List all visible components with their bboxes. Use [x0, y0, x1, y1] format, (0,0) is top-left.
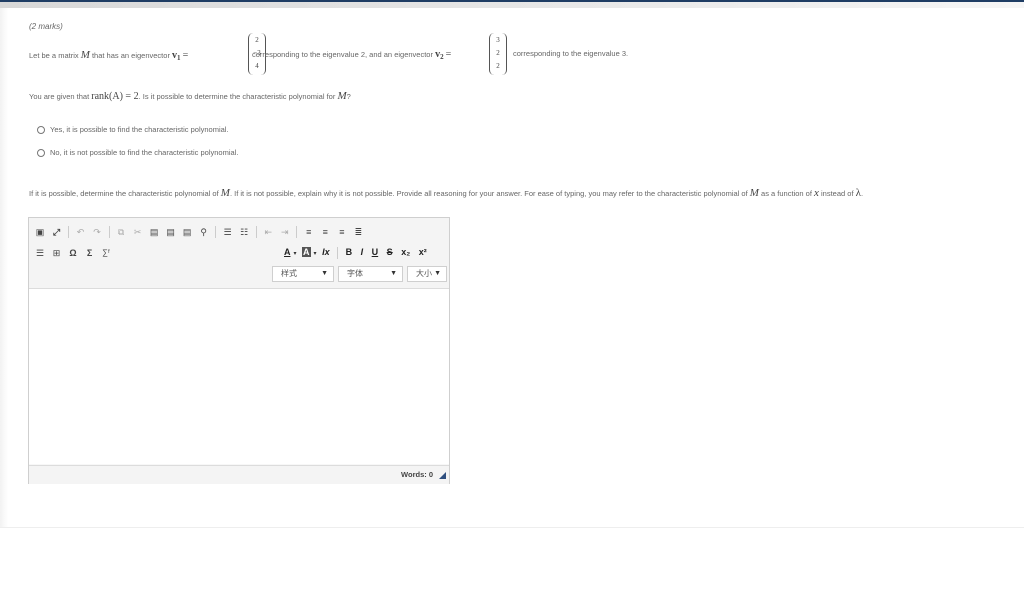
question-text-end: corresponding to the eigenvalue 3.: [513, 49, 629, 58]
formula-icon[interactable]: ∑ᶠ: [99, 246, 113, 260]
horizontal-rule-icon[interactable]: ☰: [33, 246, 47, 260]
indent-icon[interactable]: ⇥: [278, 225, 292, 239]
question-line-1: Let be a matrix M that has an eigenvecto…: [29, 33, 1009, 75]
option-yes-label: Yes, it is possible to find the characte…: [50, 125, 229, 134]
remove-format-button[interactable]: Ix: [322, 247, 330, 257]
font-color-button[interactable]: A: [284, 247, 291, 257]
undo-icon[interactable]: ↶: [74, 225, 88, 239]
sigma-icon[interactable]: Σ: [83, 246, 97, 260]
toolbar-row-1: ▣ ⤢ ↶ ↷ ⧉ ✂ ▤ ▤ ▤ ⚲ ☰ ☷ ⇤ ⇥ ≡ ≡ ≡ ≣: [33, 224, 365, 238]
editor-status-bar: Words: 0: [29, 465, 449, 484]
bold-button[interactable]: B: [346, 247, 353, 257]
italic-button[interactable]: I: [361, 247, 364, 257]
subscript-button[interactable]: x₂: [401, 247, 410, 257]
copy-icon[interactable]: ⧉: [114, 225, 128, 239]
align-center-icon[interactable]: ≡: [318, 225, 332, 239]
option-no-label: No, it is not possible to find the chara…: [50, 148, 239, 157]
outdent-icon[interactable]: ⇤: [261, 225, 275, 239]
maximize-icon[interactable]: ⤢: [50, 225, 64, 239]
radio-yes[interactable]: [37, 126, 45, 135]
paste-word-icon[interactable]: ▤: [180, 225, 194, 239]
paste-icon[interactable]: ▤: [147, 225, 161, 239]
top-bar: [0, 0, 1024, 8]
underline-button[interactable]: U: [372, 247, 379, 257]
word-count: Words: 0: [401, 470, 433, 479]
resize-handle-icon[interactable]: [439, 472, 446, 479]
left-edge: [0, 8, 8, 528]
superscript-button[interactable]: x²: [419, 247, 427, 257]
size-dropdown[interactable]: 大小 ▼: [407, 266, 447, 282]
redo-icon[interactable]: ↷: [90, 225, 104, 239]
omega-icon[interactable]: Ω: [66, 246, 80, 260]
cut-icon[interactable]: ✂: [131, 225, 145, 239]
editor-toolbar: ▣ ⤢ ↶ ↷ ⧉ ✂ ▤ ▤ ▤ ⚲ ☰ ☷ ⇤ ⇥ ≡ ≡ ≡ ≣ ☰ ⊞: [29, 218, 449, 289]
question-text-mid: corresponding to the eigenvalue 2, and a…: [252, 49, 452, 61]
background-color-button[interactable]: A: [302, 247, 311, 257]
marks-label: (2 marks): [29, 22, 63, 31]
justify-icon[interactable]: ≣: [351, 225, 365, 239]
editor-content-area[interactable]: [29, 289, 449, 464]
question-line-3: If it is possible, determine the charact…: [29, 187, 864, 199]
option-yes[interactable]: Yes, it is possible to find the characte…: [37, 125, 229, 135]
radio-no[interactable]: [37, 149, 45, 158]
numbered-list-icon[interactable]: ☰: [221, 225, 235, 239]
chevron-down-icon: ▼: [434, 270, 441, 277]
table-icon[interactable]: ⊞: [50, 246, 64, 260]
toolbar-row-2: ☰ ⊞ Ω Σ ∑ᶠ: [33, 245, 113, 259]
bottom-divider: [0, 527, 1024, 528]
paste-text-icon[interactable]: ▤: [164, 225, 178, 239]
question-line-2: You are given that rank(A) = 2. Is it po…: [29, 90, 351, 102]
align-right-icon[interactable]: ≡: [335, 225, 349, 239]
vector-v2: 3 2 2: [489, 33, 507, 75]
find-icon[interactable]: ⚲: [197, 225, 211, 239]
source-icon[interactable]: ▣: [33, 225, 47, 239]
chevron-down-icon: ▼: [321, 270, 328, 277]
bulleted-list-icon[interactable]: ☷: [237, 225, 251, 239]
option-no[interactable]: No, it is not possible to find the chara…: [37, 148, 239, 158]
chevron-down-icon: ▼: [390, 270, 397, 277]
format-buttons: A ▾ A ▾ Ix B I U S x₂ x²: [284, 246, 427, 259]
align-left-icon[interactable]: ≡: [302, 225, 316, 239]
style-dropdown[interactable]: 样式 ▼: [272, 266, 334, 282]
font-dropdown[interactable]: 字体 ▼: [338, 266, 403, 282]
question-text: Let be a matrix M that has an eigenvecto…: [29, 49, 189, 62]
rich-text-editor: ▣ ⤢ ↶ ↷ ⧉ ✂ ▤ ▤ ▤ ⚲ ☰ ☷ ⇤ ⇥ ≡ ≡ ≡ ≣ ☰ ⊞: [28, 217, 450, 484]
strike-button[interactable]: S: [387, 247, 393, 257]
